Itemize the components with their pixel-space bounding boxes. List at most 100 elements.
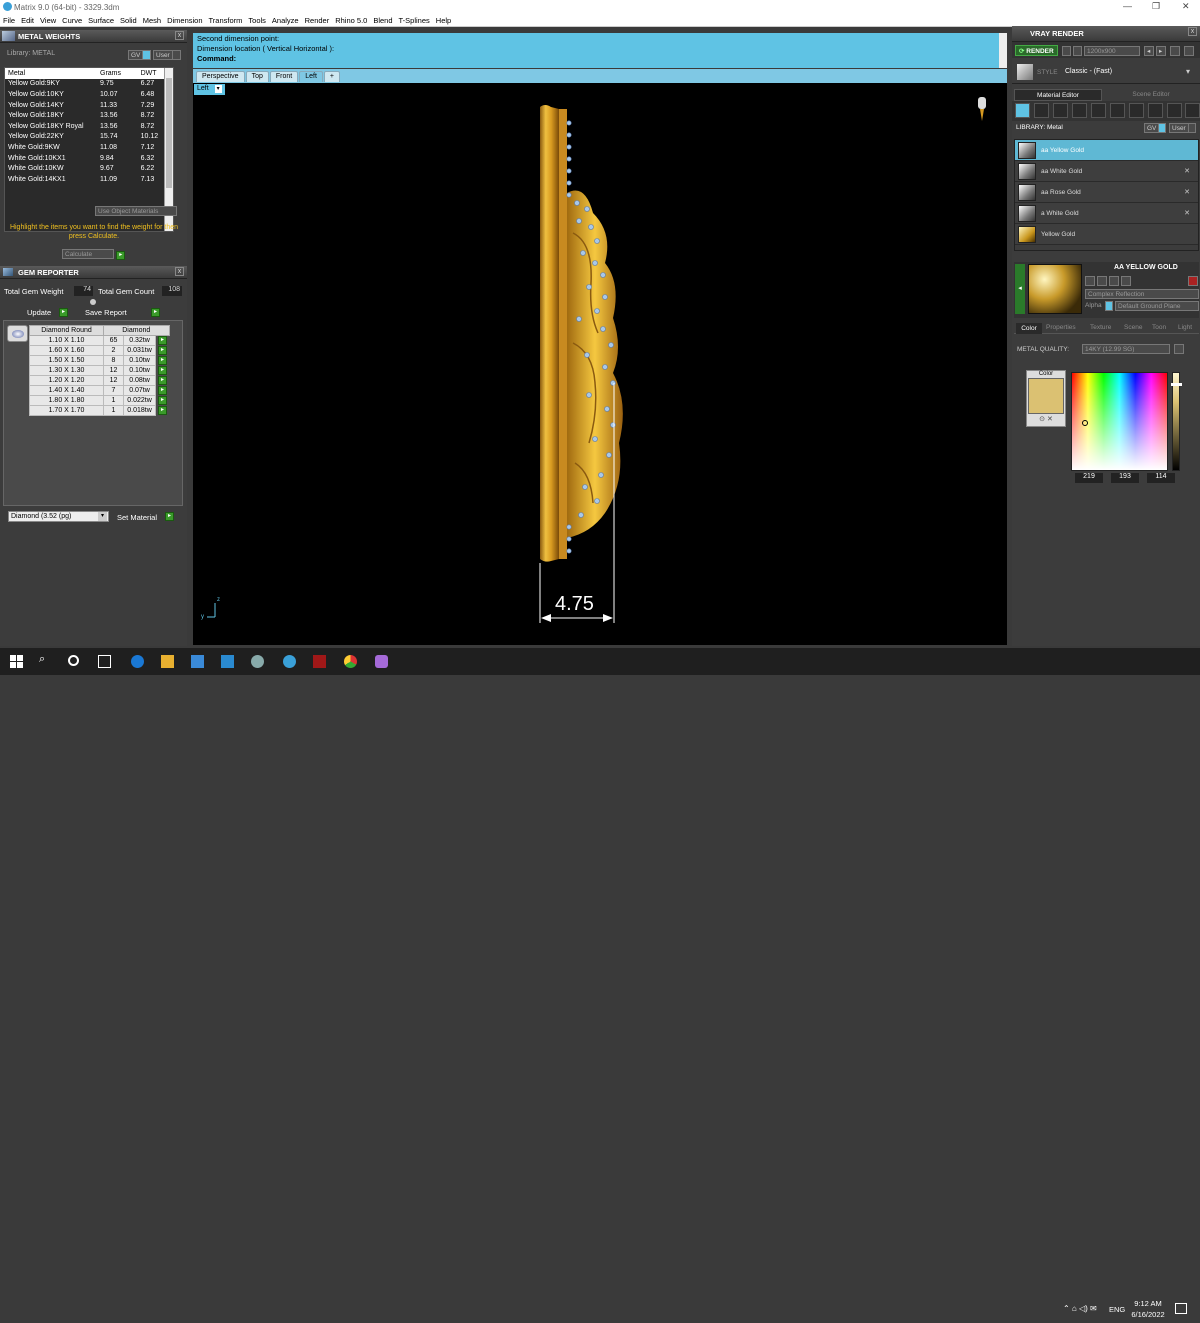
list-item[interactable]: Yellow Gold [1015,224,1198,245]
save-report-button[interactable]: Save Report [85,308,127,317]
close-icon[interactable]: ✕ [1184,167,1190,175]
menu-tools[interactable]: Tools [245,14,269,27]
list-item[interactable]: aa Rose Gold ✕ [1015,182,1198,203]
material-library-list[interactable]: aa Yellow Gold aa White Gold ✕ aa Rose Go… [1014,139,1199,251]
row-go-icon[interactable]: ▸ [158,386,167,395]
paste-icon[interactable] [1097,276,1107,286]
tab-texture[interactable]: Texture [1090,324,1111,331]
menu-mesh[interactable]: Mesh [140,14,164,27]
col-diamond[interactable]: Diamond [103,325,170,336]
reflection-select[interactable]: Complex Reflection [1085,289,1199,299]
plate-tool-icon[interactable] [1072,103,1087,118]
windows-start-icon[interactable] [10,655,23,668]
close-icon[interactable]: ✕ [1184,188,1190,196]
save-icon[interactable] [1109,276,1119,286]
save-report-go-icon[interactable]: ▸ [151,308,160,317]
tab-color[interactable]: Color [1016,323,1042,334]
menu-surface[interactable]: Surface [85,14,117,27]
cortana-icon[interactable] [68,655,79,666]
menu-file[interactable]: File [0,14,18,27]
table-row[interactable]: 1.70 X 1.70 1 0.018tw ▸ [29,405,170,416]
row-go-icon[interactable]: ▸ [158,406,167,415]
dragon-app-icon[interactable] [313,655,326,668]
language-indicator[interactable]: ENG [1109,1305,1125,1314]
tab-front[interactable]: Front [269,71,299,82]
store-icon[interactable] [191,655,204,668]
leaf-alt-tool-icon[interactable] [1167,103,1182,118]
rhino-icon[interactable] [251,655,264,668]
matrix-icon[interactable] [283,655,296,668]
gradient-tool-icon[interactable] [1091,103,1106,118]
copy-icon[interactable] [1085,276,1095,286]
user-toggle[interactable] [172,50,181,60]
gv-toggle[interactable] [1158,123,1166,133]
chevron-down-icon[interactable]: ▾ [1186,67,1190,76]
metal-quality-options-icon[interactable] [1174,344,1184,354]
menu-solid[interactable]: Solid [117,14,140,27]
menu-curve[interactable]: Curve [59,14,85,27]
table-row[interactable]: Yellow Gold:9KY 9.75 6.27 [5,79,173,90]
splitter-handle[interactable] [90,299,96,305]
material-tool-icon[interactable] [1015,103,1030,118]
clock-date[interactable]: 6/16/2022 [1127,1310,1169,1319]
reset-icon[interactable] [1188,276,1198,286]
task-view-icon[interactable] [98,655,111,668]
menu-dimension[interactable]: Dimension [164,14,205,27]
tab-scene[interactable]: Scene [1124,324,1142,331]
menu-transform[interactable]: Transform [206,14,246,27]
search-icon[interactable]: ⌕ [39,653,52,666]
table-row[interactable]: White Gold:10KX1 9.84 6.32 [5,153,173,164]
list-item[interactable]: a White Gold ✕ [1015,203,1198,224]
gem-material-select[interactable]: Diamond (3.52 (pg) ▾ [8,511,109,522]
clock-time[interactable]: 9:12 AM [1130,1299,1166,1308]
close-icon[interactable]: x [1188,27,1197,36]
tray-icons[interactable]: ⌃ ⌂ ◁) ✉ [1063,1304,1097,1313]
table-row[interactable]: 1.80 X 1.80 1 0.022tw ▸ [29,395,170,406]
chrome-icon[interactable] [344,655,357,668]
close-icon[interactable]: x [175,31,184,40]
calculate-go-icon[interactable]: ▸ [116,251,126,260]
table-row[interactable]: White Gold:9KW 11.08 7.12 [5,142,173,153]
set-material-go-icon[interactable]: ▸ [165,512,174,521]
gv-toggle[interactable] [142,50,151,60]
maximize-icon[interactable]: ❐ [1152,1,1160,12]
brightness-slider[interactable] [1171,372,1182,471]
light-tool-icon[interactable] [1185,103,1200,118]
row-go-icon[interactable]: ▸ [158,376,167,385]
table-row[interactable]: 1.30 X 1.30 12 0.10tw ▸ [29,365,170,376]
clear-color-icon[interactable]: ✕ [1047,416,1053,423]
tab-toon[interactable]: Toon [1152,324,1166,331]
menu-render[interactable]: Render [302,14,333,27]
resolution-field[interactable]: 1200x900 [1084,46,1140,56]
style-select[interactable]: Classic - (Fast) [1065,68,1112,75]
table-row[interactable]: Yellow Gold:14KY 11.33 7.29 [5,100,173,111]
chevron-down-icon[interactable]: ▾ [98,512,107,521]
diamond-round-thumb[interactable] [7,325,28,342]
camera-icon[interactable] [1073,46,1082,56]
tab-scene-editor[interactable]: Scene Editor [1104,89,1198,101]
close-icon[interactable]: ✕ [1182,1,1190,12]
close-icon[interactable]: ✕ [1184,209,1190,217]
leaf-tool-icon[interactable] [1148,103,1163,118]
col-metal[interactable]: Metal [5,68,97,79]
notification-icon[interactable] [1175,1303,1187,1314]
render-button[interactable]: ⟳ RENDER [1015,45,1058,56]
update-go-icon[interactable]: ▸ [59,308,68,317]
mail-icon[interactable] [221,655,234,668]
user-button[interactable]: User [1169,123,1189,133]
tab-properties[interactable]: Properties [1046,324,1076,331]
hatch-tool-icon[interactable] [1110,103,1125,118]
table-row[interactable]: 1.60 X 1.60 2 0.031tw ▸ [29,345,170,356]
calculate-button[interactable]: Calculate [62,249,114,259]
menu-blend[interactable]: Blend [370,14,395,27]
table-row[interactable]: Yellow Gold:10KY 10.07 6.48 [5,89,173,100]
folder-icon[interactable] [1121,276,1131,286]
command-input[interactable] [241,55,991,65]
row-go-icon[interactable]: ▸ [158,336,167,346]
gem-tool-icon[interactable] [1034,103,1049,118]
viewport-left[interactable]: Left ▾ 4.75 z y [193,83,1007,645]
tab-material-editor[interactable]: Material Editor [1014,89,1102,101]
brightness-slider-thumb[interactable] [1171,383,1182,386]
table-row[interactable]: 1.20 X 1.20 12 0.08tw ▸ [29,375,170,386]
tab-top[interactable]: Top [245,71,269,82]
